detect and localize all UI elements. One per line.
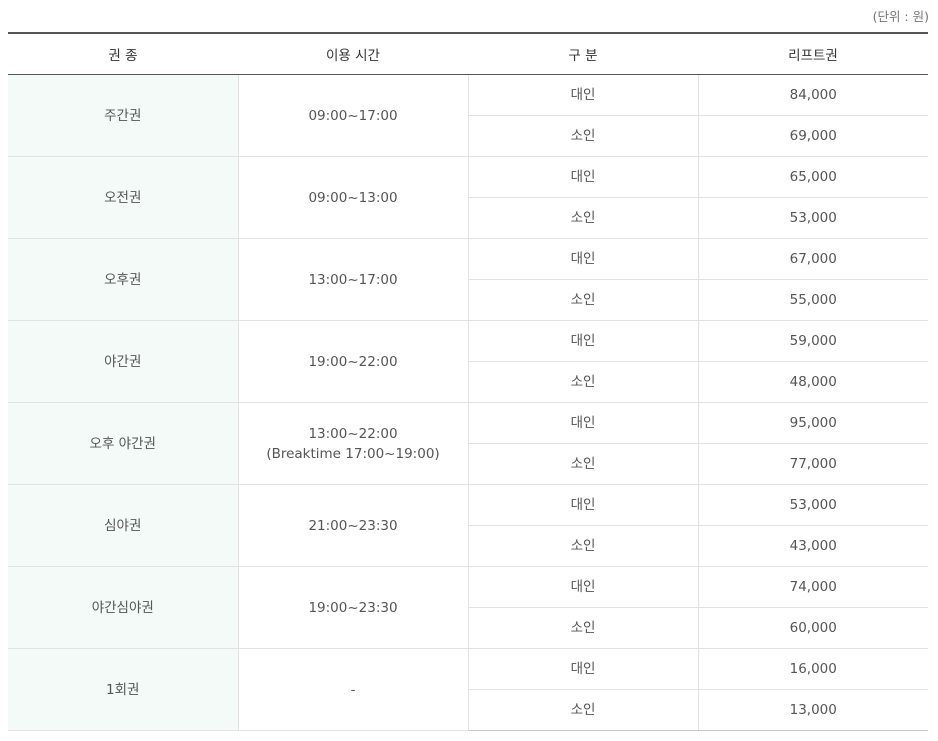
usage-time-text: 21:00~23:30	[308, 517, 398, 534]
lift-price-cell: 65,000	[697, 156, 928, 198]
table-row: 오후 야간권 13:00~22:00 (Breaktime 17:00~19:00)…	[8, 402, 928, 485]
lift-price-cell: 95,000	[697, 402, 928, 444]
lift-ticket-price-table: 권 종 이용 시간 구 분 리프트권 주간권 09:00~17:00 대인 84,00…	[8, 32, 928, 731]
ticket-type-cell: 오후 야간권	[8, 402, 238, 485]
usage-time-cell: 19:00~23:30	[237, 566, 468, 649]
usage-time-cell: 09:00~13:00	[237, 156, 468, 239]
category-cell: 대인	[467, 156, 698, 198]
table-row: 오전권 09:00~13:00 대인 65,000	[8, 156, 928, 239]
category-cell: 대인	[467, 402, 698, 444]
category-cell: 소인	[467, 197, 698, 239]
breaktime-note: (Breaktime 17:00~19:00)	[266, 445, 440, 462]
ticket-type-cell: 야간권	[8, 320, 238, 403]
category-cell: 대인	[467, 648, 698, 690]
lift-price-cell: 16,000	[697, 648, 928, 690]
header-usage-time: 이용 시간	[238, 32, 468, 75]
usage-time-cell: -	[237, 648, 468, 731]
usage-time-text: 09:00~17:00	[308, 107, 398, 124]
usage-time-text: 13:00~22:00	[308, 425, 398, 442]
lift-price-cell: 77,000	[697, 443, 928, 485]
category-cell: 소인	[467, 607, 698, 649]
usage-time-text: -	[350, 681, 356, 698]
usage-time-text: 13:00~17:00	[308, 271, 398, 288]
usage-time-text: 09:00~13:00	[308, 189, 398, 206]
category-cell: 대인	[467, 320, 698, 362]
lift-price-cell: 53,000	[697, 484, 928, 526]
category-cell: 대인	[467, 566, 698, 608]
usage-time-text: 19:00~23:30	[308, 599, 398, 616]
usage-time-cell: 13:00~17:00	[237, 238, 468, 321]
lift-price-cell: 74,000	[697, 566, 928, 608]
usage-time-cell: 21:00~23:30	[237, 484, 468, 567]
table-row: 심야권 21:00~23:30 대인 53,000	[8, 484, 928, 567]
table-row: 1회권 - 대인 16,000	[8, 648, 928, 731]
lift-price-cell: 84,000	[697, 74, 928, 116]
table-row: 오후권 13:00~17:00 대인 67,000	[8, 238, 928, 321]
category-cell: 소인	[467, 279, 698, 321]
table-row: 주간권 09:00~17:00 대인 84,000	[8, 74, 928, 157]
unit-note: (단위 : 원)	[872, 9, 929, 24]
table-header-row: 권 종 이용 시간 구 분 리프트권	[8, 32, 928, 75]
category-cell: 대인	[467, 238, 698, 280]
ticket-type-cell: 오후권	[8, 238, 238, 321]
lift-price-cell: 69,000	[697, 115, 928, 157]
header-category: 구 분	[468, 32, 698, 75]
table-row: 야간심야권 19:00~23:30 대인 74,000	[8, 566, 928, 649]
ticket-type-cell: 주간권	[8, 74, 238, 157]
lift-price-cell: 67,000	[697, 238, 928, 280]
usage-time-text: 19:00~22:00	[308, 353, 398, 370]
category-cell: 소인	[467, 115, 698, 157]
header-lift-price: 리프트권	[698, 32, 928, 75]
lift-price-cell: 55,000	[697, 279, 928, 321]
ticket-type-cell: 심야권	[8, 484, 238, 567]
category-cell: 소인	[467, 689, 698, 731]
lift-price-cell: 43,000	[697, 525, 928, 567]
lift-price-cell: 48,000	[697, 361, 928, 403]
table-row: 야간권 19:00~22:00 대인 59,000	[8, 320, 928, 403]
ticket-type-cell: 1회권	[8, 648, 238, 731]
lift-price-cell: 53,000	[697, 197, 928, 239]
header-ticket-type: 권 종	[8, 32, 238, 75]
category-cell: 소인	[467, 361, 698, 403]
category-cell: 소인	[467, 443, 698, 485]
category-cell: 소인	[467, 525, 698, 567]
usage-time-cell: 19:00~22:00	[237, 320, 468, 403]
lift-price-cell: 60,000	[697, 607, 928, 649]
category-cell: 대인	[467, 484, 698, 526]
ticket-type-cell: 야간심야권	[8, 566, 238, 649]
category-cell: 대인	[467, 74, 698, 116]
lift-price-cell: 59,000	[697, 320, 928, 362]
lift-price-cell: 13,000	[697, 689, 928, 731]
usage-time-cell: 13:00~22:00 (Breaktime 17:00~19:00)	[237, 402, 468, 485]
table-body: 주간권 09:00~17:00 대인 84,000 소인 69,000 오전권 09:00~1…	[8, 74, 928, 731]
usage-time-cell: 09:00~17:00	[237, 74, 468, 157]
ticket-type-cell: 오전권	[8, 156, 238, 239]
